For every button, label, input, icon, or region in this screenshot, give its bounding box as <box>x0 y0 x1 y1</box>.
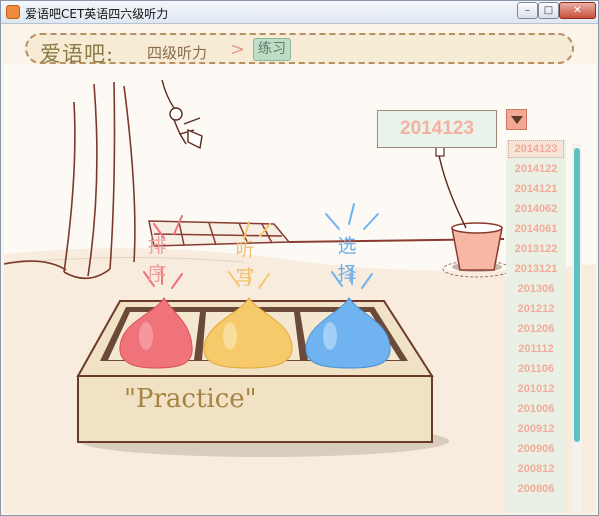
maximize-button[interactable]: □ <box>538 2 559 19</box>
sort-label[interactable]: 排序 <box>144 232 170 288</box>
minimize-button[interactable]: – <box>517 2 538 19</box>
practice-sign: "Practice" <box>124 384 257 414</box>
title-bar: 爱语吧CET英语四六级听力 – □ ✕ <box>1 1 598 24</box>
choice-button[interactable] <box>305 297 391 369</box>
dictation-button[interactable] <box>203 297 293 369</box>
app-window: 爱语吧CET英语四六级听力 – □ ✕ 爱语吧: 四级听力 > 练习 20141… <box>0 0 599 516</box>
close-button[interactable]: ✕ <box>559 2 596 19</box>
dictation-label[interactable]: 听写 <box>232 236 258 292</box>
app-icon <box>6 5 20 19</box>
practice-buttons <box>119 297 391 369</box>
main-content: 爱语吧: 四级听力 > 练习 2014123 2014123 2014122 2… <box>4 24 596 513</box>
window-title: 爱语吧CET英语四六级听力 <box>25 7 169 21</box>
sort-button[interactable] <box>119 297 193 369</box>
choice-label[interactable]: 选择 <box>334 232 360 288</box>
